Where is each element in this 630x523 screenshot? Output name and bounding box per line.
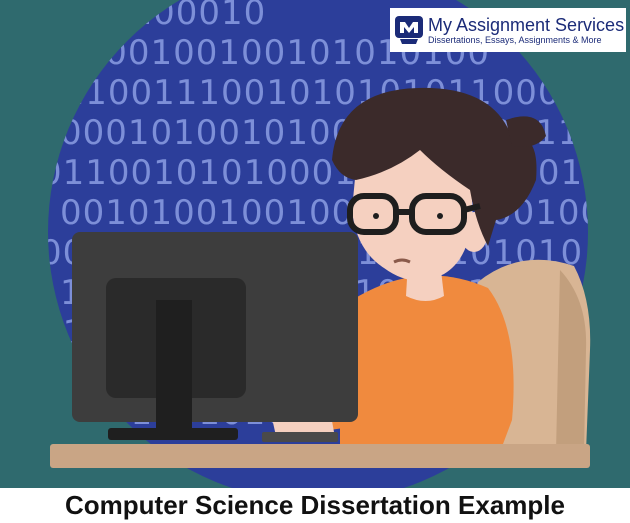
monitor-stand <box>156 300 192 430</box>
monitor-base <box>108 428 238 440</box>
desk <box>50 444 590 468</box>
shirt <box>340 275 514 452</box>
brand-logo[interactable]: My Assignment Services Dissertations, Es… <box>390 8 626 52</box>
brand-tagline: Dissertations, Essays, Assignments & Mor… <box>428 34 602 45</box>
brand-name: My Assignment Services <box>428 14 625 35</box>
m-logo-icon <box>395 16 423 44</box>
keyboard <box>262 432 338 442</box>
binary-row: 00101001001001001000010010 <box>60 193 630 233</box>
eye-right <box>437 213 443 219</box>
illustration: 0001100010010010010010101010001100111001… <box>0 0 630 488</box>
eye-left <box>373 213 379 219</box>
page-title: Computer Science Dissertation Example <box>65 490 565 520</box>
